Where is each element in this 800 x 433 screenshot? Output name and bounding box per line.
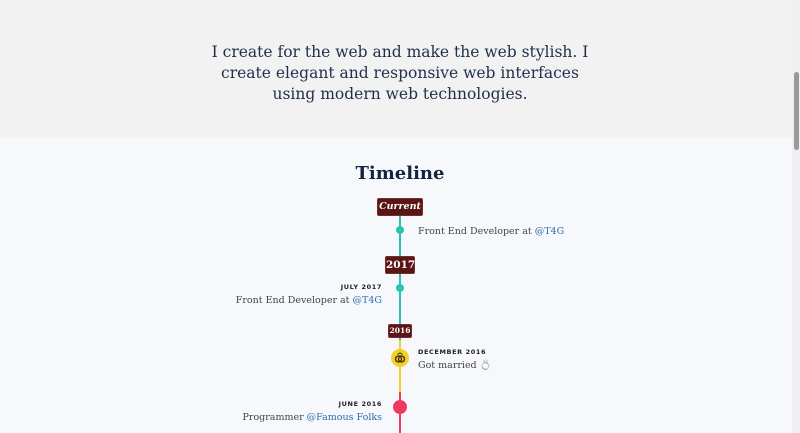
timeline-entry-text: Front End Developer at @T4G [220, 295, 382, 306]
hero-section: I create for the web and make the web st… [0, 0, 800, 138]
timeline-entry-link[interactable]: @Famous Folks [307, 412, 382, 423]
timeline-entry-date: JUNE 2016 [338, 400, 382, 408]
hero-intro-text: I create for the web and make the web st… [211, 43, 589, 103]
rings-icon [394, 352, 406, 363]
timeline-entry-date: JULY 2017 [340, 283, 382, 291]
timeline-entry-label: Front End Developer at [418, 226, 535, 237]
timeline-title: Timeline [355, 163, 445, 184]
scrollbar[interactable] [792, 0, 800, 433]
timeline-entry-label: Got married 💍 [418, 360, 492, 371]
timeline-tag-2016: 2016 [388, 324, 412, 338]
timeline-entry-label: Front End Developer at [235, 295, 353, 306]
timeline-entry-link[interactable]: @T4G [535, 226, 564, 237]
timeline-entry-link[interactable]: @T4G [353, 295, 382, 306]
timeline-entry-text: Programmer @Famous Folks [220, 412, 382, 423]
timeline-entry-date: DECEMBER 2016 [418, 348, 487, 356]
timeline-entry-label: Programmer [242, 412, 307, 423]
timeline-dot [393, 400, 407, 414]
timeline-entry-text: Got married 💍 [418, 360, 492, 371]
timeline-dot [396, 226, 404, 234]
scrollbar-thumb[interactable] [794, 72, 799, 150]
timeline-tag-current: Current [377, 198, 423, 216]
timeline-tag-2017: 2017 [385, 256, 415, 274]
timeline-dot [396, 284, 404, 292]
timeline-dot-rings [391, 349, 409, 367]
timeline-entry-text: Front End Developer at @T4G [418, 226, 564, 237]
